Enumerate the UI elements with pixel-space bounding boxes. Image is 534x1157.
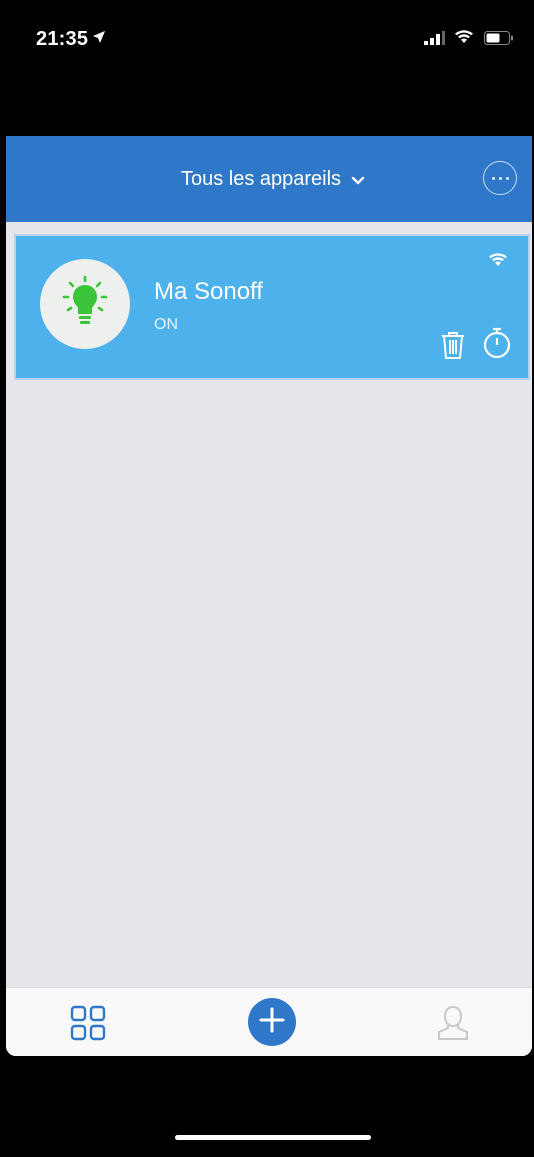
add-device-button[interactable] xyxy=(248,998,296,1046)
signal-icon xyxy=(424,31,446,50)
bottom-tab-bar xyxy=(6,987,532,1056)
device-state: ON xyxy=(154,316,178,333)
battery-icon xyxy=(484,31,514,50)
device-name: Ma Sonoff xyxy=(154,278,263,305)
lightbulb-icon xyxy=(60,274,110,335)
header-title: Tous les appareils xyxy=(180,167,342,190)
status-bar: 21:35 xyxy=(0,0,534,70)
wifi-icon xyxy=(454,29,474,50)
location-arrow-icon xyxy=(92,30,106,49)
device-icon-container[interactable] xyxy=(40,259,130,349)
grid-icon[interactable] xyxy=(69,1004,107,1047)
more-options-icon[interactable] xyxy=(483,161,517,195)
status-time: 21:35 xyxy=(36,28,89,50)
chevron-down-icon xyxy=(351,169,365,192)
app-header: Tous les appareils xyxy=(6,136,532,222)
phone-screen: 21:35 Tous les appareils Ma Sonoff ON xyxy=(0,0,534,1157)
device-card[interactable]: Ma Sonoff ON xyxy=(16,236,528,378)
trash-icon[interactable] xyxy=(440,330,466,365)
add-icon xyxy=(258,1006,286,1039)
app-content: Tous les appareils Ma Sonoff ON xyxy=(6,136,532,1056)
profile-icon[interactable] xyxy=(436,1004,470,1047)
timer-icon[interactable] xyxy=(482,326,512,365)
home-indicator[interactable] xyxy=(175,1135,371,1140)
device-wifi-icon xyxy=(488,252,508,273)
device-filter-dropdown[interactable]: Tous les appareils xyxy=(6,136,532,222)
